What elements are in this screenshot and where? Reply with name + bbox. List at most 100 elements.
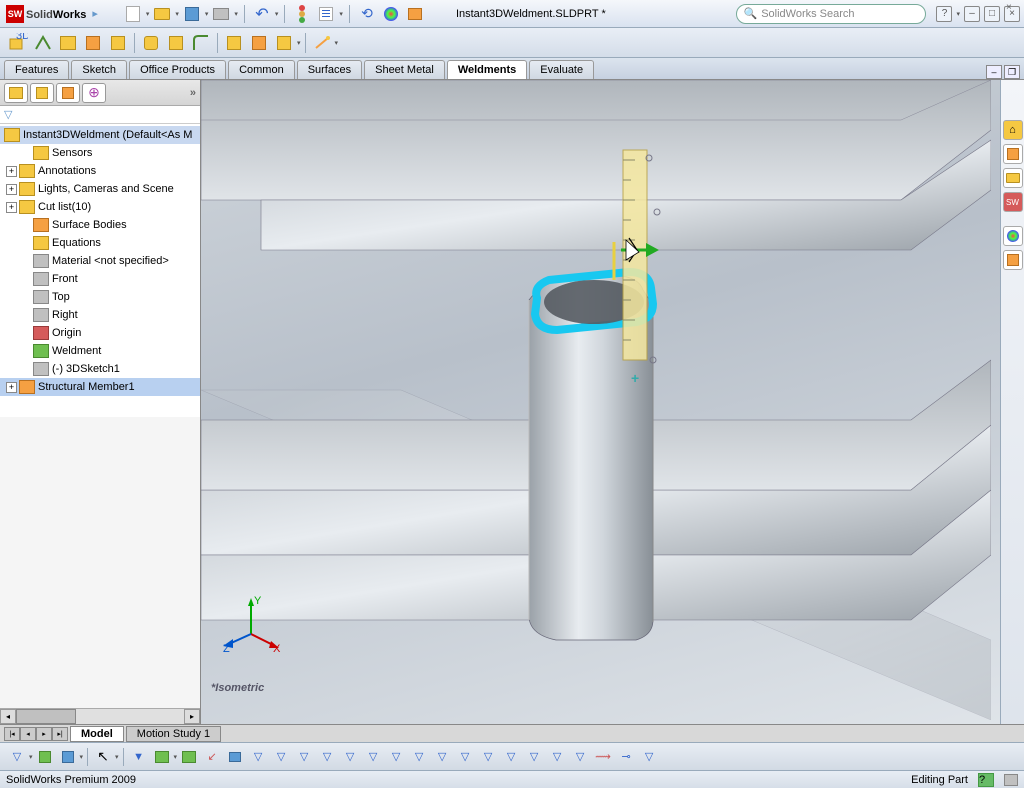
gusset-button[interactable] xyxy=(164,31,188,55)
print-button[interactable] xyxy=(210,3,232,25)
status-custom-icon[interactable] xyxy=(1004,774,1018,786)
tree-expander[interactable]: + xyxy=(6,202,17,213)
filter-cosmetic-thread-button[interactable]: ▽ xyxy=(523,746,545,768)
tree-hscrollbar[interactable]: ◂ ▸ xyxy=(0,708,200,724)
filter-connection-points-button[interactable]: ⟿ xyxy=(592,746,614,768)
options-list-button[interactable] xyxy=(315,3,337,25)
mdi-minimize-button[interactable]: – xyxy=(986,65,1002,79)
filter-datum-button[interactable]: ▽ xyxy=(477,746,499,768)
maximize-button[interactable]: □ xyxy=(984,6,1000,22)
tree-item[interactable]: Equations xyxy=(0,234,200,252)
filter-vertices-button[interactable]: ▽ xyxy=(6,746,28,768)
tree-item[interactable]: Right xyxy=(0,306,200,324)
select-button[interactable]: ↖ xyxy=(92,746,114,768)
tab-surfaces[interactable]: Surfaces xyxy=(297,60,362,79)
filter-center-marks-button[interactable]: ▽ xyxy=(316,746,338,768)
filter-sketch-segments-button[interactable]: ▽ xyxy=(270,746,292,768)
weld-table-button[interactable] xyxy=(247,31,271,55)
filter-sketch-points-button[interactable]: ▽ xyxy=(247,746,269,768)
tree-item[interactable]: +Annotations xyxy=(0,162,200,180)
tab-sketch[interactable]: Sketch xyxy=(71,60,127,79)
filter-faces-button[interactable] xyxy=(57,746,79,768)
view-triad[interactable]: Y X Z xyxy=(221,594,281,654)
extrude-button[interactable] xyxy=(106,31,130,55)
configuration-manager-tab[interactable] xyxy=(56,83,80,103)
filter-notes-button[interactable]: ▽ xyxy=(385,746,407,768)
scroll-left-button[interactable]: ◂ xyxy=(0,709,16,724)
tree-expander[interactable]: + xyxy=(6,166,17,177)
tree-item[interactable]: (-) 3DSketch1 xyxy=(0,360,200,378)
panel-collapse-button[interactable]: » xyxy=(190,87,196,99)
tab-common[interactable]: Common xyxy=(228,60,295,79)
filter-midpoints-button[interactable]: ▽ xyxy=(293,746,315,768)
screen-capture-button[interactable] xyxy=(404,3,426,25)
design-library-button[interactable] xyxy=(1003,144,1023,164)
status-rebuild-icon[interactable]: ? xyxy=(978,773,994,787)
rebuild-button[interactable]: ⟲ xyxy=(356,3,378,25)
filter-surface-finish-button[interactable]: ▽ xyxy=(408,746,430,768)
3d-viewport[interactable]: 🔍 🔍 ↶ ◐ xyxy=(201,80,1000,724)
filter-datum-target-button[interactable]: ▽ xyxy=(500,746,522,768)
help-button[interactable]: ? xyxy=(936,6,952,22)
tab-next-button[interactable]: ▸ xyxy=(36,727,52,741)
end-cap-button[interactable] xyxy=(139,31,163,55)
structural-member-button[interactable] xyxy=(56,31,80,55)
mdi-restore-button[interactable]: ❐ xyxy=(1004,65,1020,79)
view-palette-button[interactable]: SW xyxy=(1003,192,1023,212)
filter-overlap-button[interactable]: ▽ xyxy=(638,746,660,768)
tab-office-products[interactable]: Office Products xyxy=(129,60,226,79)
filter-weld-symbols-button[interactable]: ▽ xyxy=(454,746,476,768)
filter-blocks-button[interactable]: ▽ xyxy=(546,746,568,768)
fillet-bead-button[interactable] xyxy=(189,31,213,55)
dimxpert-manager-tab[interactable]: ⊕ xyxy=(82,83,106,103)
trim-extend-button[interactable] xyxy=(81,31,105,55)
property-manager-tab[interactable] xyxy=(30,83,54,103)
taskpane-close-button[interactable]: × xyxy=(1006,2,1020,16)
tree-item[interactable]: Front xyxy=(0,270,200,288)
tab-evaluate[interactable]: Evaluate xyxy=(529,60,594,79)
tree-filter-input[interactable]: ▽ xyxy=(0,106,200,124)
tab-prev-button[interactable]: ◂ xyxy=(20,727,36,741)
file-explorer-button[interactable] xyxy=(1003,168,1023,188)
filter-edges-button[interactable] xyxy=(34,746,56,768)
filter-centerlines-button[interactable]: ▽ xyxy=(339,746,361,768)
toggle-filter-button[interactable]: ▼ xyxy=(128,746,150,768)
tree-item[interactable]: Surface Bodies xyxy=(0,216,200,234)
logo-expand-icon[interactable]: ▸ xyxy=(92,7,98,20)
cut-list-button[interactable] xyxy=(222,31,246,55)
tree-item[interactable]: Top xyxy=(0,288,200,306)
weldment-button[interactable] xyxy=(31,31,55,55)
traffic-light-icon[interactable] xyxy=(291,3,313,25)
tab-last-button[interactable]: ▸| xyxy=(52,727,68,741)
tree-item[interactable]: +Structural Member1 xyxy=(0,378,200,396)
resources-button[interactable]: ⌂ xyxy=(1003,120,1023,140)
scroll-thumb[interactable] xyxy=(16,709,76,724)
search-input[interactable]: 🔍 SolidWorks Search xyxy=(736,4,926,24)
tab-first-button[interactable]: |◂ xyxy=(4,727,20,741)
tab-weldments[interactable]: Weldments xyxy=(447,60,527,79)
filter-dowel-button[interactable]: ▽ xyxy=(569,746,591,768)
tab-features[interactable]: Features xyxy=(4,60,69,79)
filter-solid-bodies-button[interactable] xyxy=(151,746,173,768)
open-button[interactable] xyxy=(151,3,173,25)
filter-route-points-button[interactable]: ⊸ xyxy=(615,746,637,768)
3dsketch-button[interactable] xyxy=(272,31,296,55)
tree-item[interactable]: Sensors xyxy=(0,144,200,162)
tree-expander[interactable]: + xyxy=(6,184,17,195)
save-button[interactable] xyxy=(181,3,203,25)
filter-gtol-button[interactable]: ▽ xyxy=(431,746,453,768)
tree-item[interactable]: Origin xyxy=(0,324,200,342)
feature-manager-tab[interactable] xyxy=(4,83,28,103)
scroll-right-button[interactable]: ▸ xyxy=(184,709,200,724)
tree-item[interactable]: Weldment xyxy=(0,342,200,360)
tree-item[interactable]: +Lights, Cameras and Scene xyxy=(0,180,200,198)
motion-study-tab[interactable]: Motion Study 1 xyxy=(126,726,221,742)
undo-button[interactable]: ↶ xyxy=(251,3,273,25)
tree-root[interactable]: Instant3DWeldment (Default<As M xyxy=(0,126,200,144)
appearances-button[interactable] xyxy=(1003,226,1023,246)
tree-item[interactable]: Material <not specified> xyxy=(0,252,200,270)
filter-dimensions-button[interactable]: ▽ xyxy=(362,746,384,768)
appearance-button[interactable] xyxy=(380,3,402,25)
tree-expander[interactable]: + xyxy=(6,382,17,393)
tab-sheet-metal[interactable]: Sheet Metal xyxy=(364,60,445,79)
